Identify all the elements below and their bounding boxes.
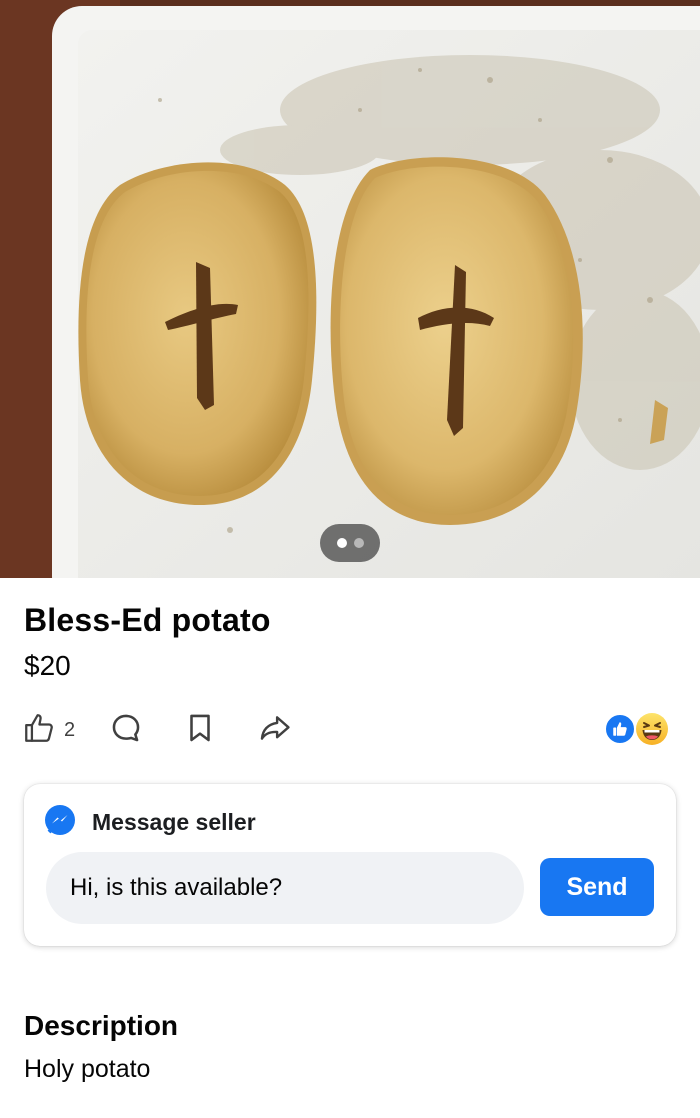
action-bar: 2	[22, 708, 333, 752]
comment-button[interactable]	[109, 711, 143, 750]
message-seller-title: Message seller	[92, 809, 256, 835]
messenger-icon	[44, 804, 76, 841]
like-reaction-icon	[604, 713, 636, 745]
message-input[interactable]	[46, 852, 524, 924]
send-button[interactable]: Send	[540, 858, 654, 916]
carousel-indicator[interactable]	[320, 524, 380, 562]
share-icon	[257, 711, 293, 750]
carousel-dot[interactable]	[353, 538, 364, 548]
like-button[interactable]: 2	[22, 711, 75, 750]
thumbs-up-icon	[22, 711, 56, 750]
carousel-dot-active[interactable]	[336, 538, 347, 548]
description-heading: Description	[24, 1010, 179, 1041]
share-button[interactable]	[257, 711, 293, 750]
listing-price: $20	[24, 650, 71, 681]
message-seller-card: Message seller Send	[24, 784, 676, 946]
listing-photo[interactable]	[0, 0, 700, 578]
comment-icon	[109, 711, 143, 750]
reaction-summary[interactable]	[604, 711, 670, 747]
potato-photo-image	[0, 0, 700, 578]
message-seller-header: Message seller	[44, 804, 256, 841]
like-count: 2	[64, 718, 76, 741]
bookmark-icon	[183, 711, 217, 750]
save-button[interactable]	[183, 711, 217, 750]
description-text: Holy potato	[24, 1055, 151, 1083]
haha-reaction-icon	[634, 711, 670, 747]
listing-title: Bless-Ed potato	[24, 602, 271, 638]
